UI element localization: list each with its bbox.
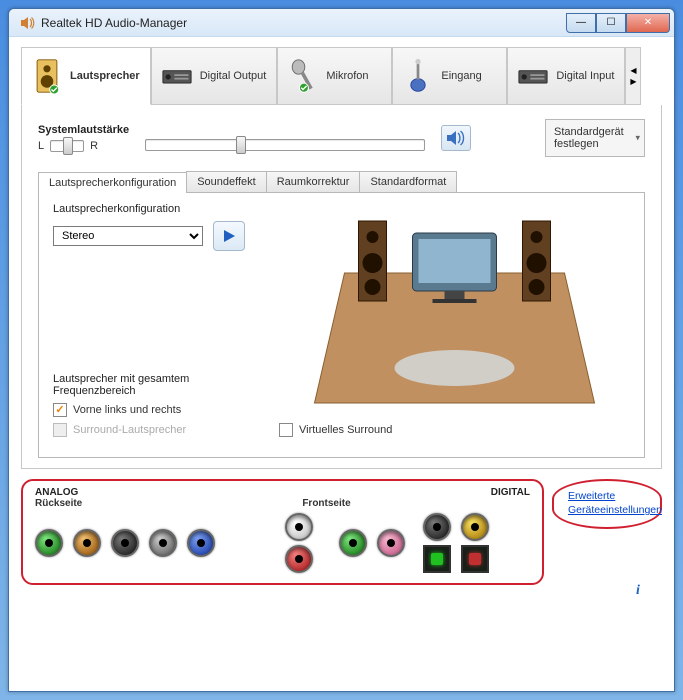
- jack-rear-blue[interactable]: [187, 529, 215, 557]
- speaker-device-icon: [32, 58, 62, 94]
- app-window: Realtek HD Audio-Manager — ☐ ✕ Lautsprec…: [8, 8, 675, 692]
- minimize-button[interactable]: —: [566, 13, 596, 33]
- window-title: Realtek HD Audio-Manager: [41, 16, 566, 30]
- default-device-label: Standardgerät festlegen: [554, 126, 624, 150]
- microphone-icon: [288, 58, 318, 94]
- chevron-right-icon: ▶: [630, 77, 636, 86]
- chk-front-lr-label: Vorne links und rechts: [73, 404, 181, 416]
- config-page: Lautsprecherkonfiguration Stereo Lautspr…: [38, 192, 645, 458]
- tab-input-label: Eingang: [441, 70, 481, 82]
- virtual-surround-label: Virtuelles Surround: [299, 424, 392, 436]
- balance-slider[interactable]: [50, 140, 84, 152]
- jack-front-green[interactable]: [339, 529, 367, 557]
- tab-digital-input[interactable]: Digital Input: [507, 47, 625, 105]
- client-area: Lautsprecher Digital Output Mikrofon Ein…: [9, 37, 674, 691]
- freq-group-title: Lautsprecher mit gesamtem Frequenzbereic…: [53, 373, 263, 397]
- checkbox-checked-icon: [53, 403, 67, 417]
- chk-virtual-surround[interactable]: Virtuelles Surround: [279, 423, 392, 437]
- info-icon[interactable]: i: [636, 583, 652, 599]
- tab-speakers-label: Lautsprecher: [70, 70, 140, 82]
- speaker-icon: [19, 15, 35, 31]
- system-volume-label: Systemlautstärke: [38, 124, 129, 136]
- receiver-icon: [162, 58, 192, 94]
- chk-front-lr[interactable]: Vorne links und rechts: [53, 403, 263, 417]
- jack-rear-black[interactable]: [111, 529, 139, 557]
- volume-icon: [446, 129, 466, 147]
- connector-panel: ANALOG Rückseite Frontseite DIGITAL: [21, 479, 544, 585]
- jack-rear-green[interactable]: [35, 529, 63, 557]
- checkbox-disabled-icon: [53, 423, 67, 437]
- default-device-dropdown[interactable]: Standardgerät festlegen: [545, 119, 645, 157]
- play-icon: [221, 228, 237, 244]
- mute-button[interactable]: [441, 125, 471, 151]
- rear-label: Rückseite: [35, 498, 82, 509]
- speaker-config-select[interactable]: Stereo: [53, 226, 203, 246]
- checkbox-icon: [279, 423, 293, 437]
- cfg-tab-roomcorrection[interactable]: Raumkorrektur: [266, 171, 361, 192]
- test-play-button[interactable]: [213, 221, 245, 251]
- main-panel: Systemlautstärke L R Standardgerät festl…: [21, 105, 662, 469]
- jack-rear-orange[interactable]: [73, 529, 101, 557]
- cfg-tab-speaker[interactable]: Lautsprecherkonfiguration: [38, 172, 187, 193]
- device-tabs: Lautsprecher Digital Output Mikrofon Ein…: [21, 47, 662, 105]
- advanced-device-settings-link[interactable]: Erweiterte Geräteeinstellungen: [568, 490, 662, 517]
- jack-front-pink[interactable]: [377, 529, 405, 557]
- balance-left-label: L: [38, 140, 44, 152]
- speaker-config-label: Lautsprecherkonfiguration: [53, 203, 263, 215]
- maximize-button[interactable]: ☐: [596, 13, 626, 33]
- jack-digital-coax-in[interactable]: [461, 513, 489, 541]
- advanced-settings-highlight: Erweiterte Geräteeinstellungen: [552, 479, 662, 529]
- tab-microphone[interactable]: Mikrofon: [277, 47, 392, 105]
- bottom-panel: ANALOG Rückseite Frontseite DIGITAL: [21, 479, 662, 585]
- tab-input[interactable]: Eingang: [392, 47, 507, 105]
- receiver-in-icon: [518, 58, 548, 94]
- config-tabs: Lautsprecherkonfiguration Soundeffekt Ra…: [38, 171, 645, 192]
- input-device-icon: [403, 58, 433, 94]
- optical-out[interactable]: [423, 545, 451, 573]
- jack-front-red[interactable]: [285, 545, 313, 573]
- chk-surround-label: Surround-Lautsprecher: [73, 424, 186, 436]
- chevron-left-icon: ◀: [630, 66, 636, 75]
- balance-right-label: R: [90, 140, 98, 152]
- volume-slider[interactable]: [145, 139, 425, 151]
- tab-digital-output-label: Digital Output: [200, 70, 267, 82]
- analog-heading: ANALOG: [35, 487, 82, 498]
- jack-digital-coax-out[interactable]: [423, 513, 451, 541]
- optical-in[interactable]: [461, 545, 489, 573]
- cfg-tab-soundeffect[interactable]: Soundeffekt: [186, 171, 267, 192]
- tab-digital-input-label: Digital Input: [556, 70, 614, 82]
- tab-speakers[interactable]: Lautsprecher: [21, 47, 151, 105]
- room-3d-icon: [279, 203, 630, 413]
- jack-front-white[interactable]: [285, 513, 313, 541]
- tab-scroll-buttons[interactable]: ◀ ▶: [625, 47, 641, 105]
- chk-surround: Surround-Lautsprecher: [53, 423, 263, 437]
- front-label: Frontseite: [302, 498, 350, 509]
- tab-microphone-label: Mikrofon: [326, 70, 368, 82]
- room-visualization: Virtuelles Surround: [279, 203, 630, 443]
- digital-heading: DIGITAL: [491, 487, 530, 498]
- titlebar[interactable]: Realtek HD Audio-Manager — ☐ ✕: [9, 9, 674, 37]
- cfg-tab-defaultformat[interactable]: Standardformat: [359, 171, 457, 192]
- tab-digital-output[interactable]: Digital Output: [151, 47, 278, 105]
- jack-rear-gray[interactable]: [149, 529, 177, 557]
- close-button[interactable]: ✕: [626, 13, 670, 33]
